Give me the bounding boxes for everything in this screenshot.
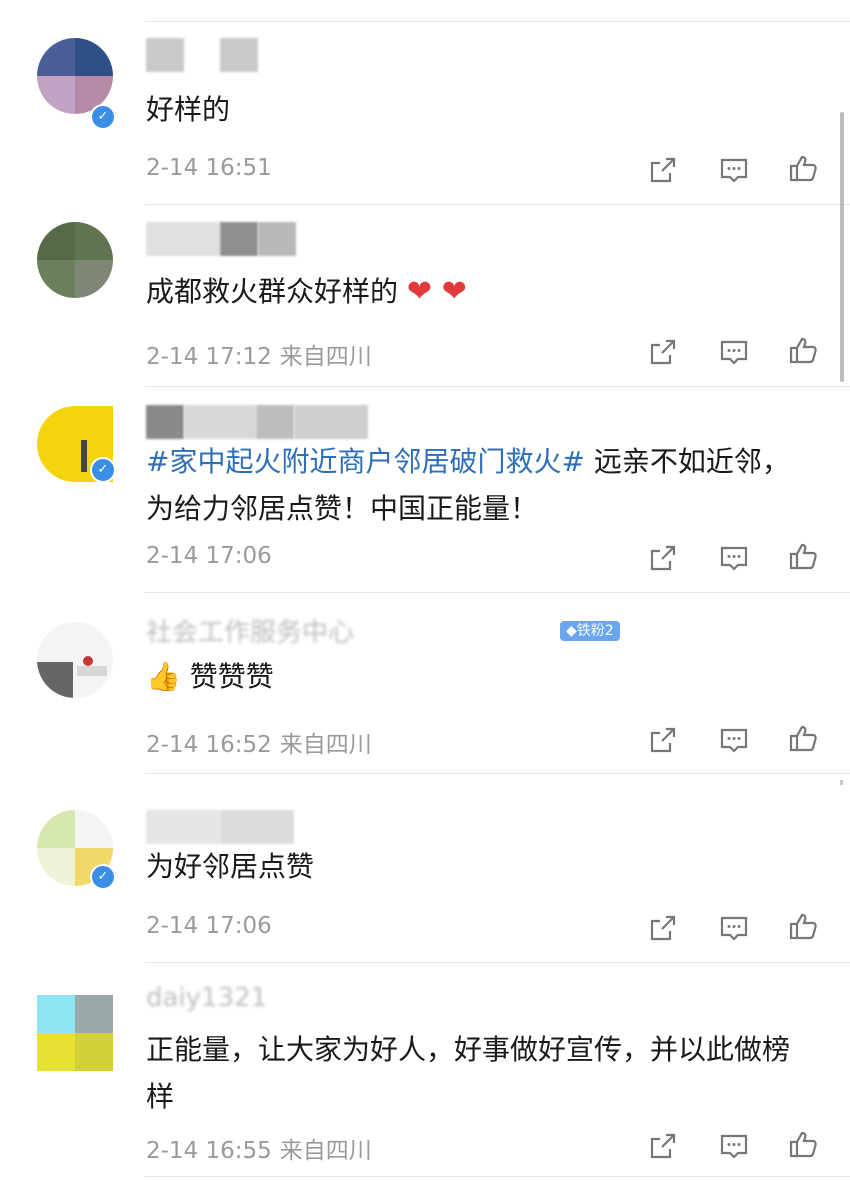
- divider: [145, 204, 850, 205]
- comment-meta: 2-14 17:06: [146, 543, 272, 569]
- comment-icon[interactable]: [718, 1130, 750, 1162]
- comment-text: 为好邻居点赞: [146, 850, 315, 883]
- username[interactable]: [146, 405, 368, 439]
- comment-text: 好样的: [146, 93, 231, 126]
- comment-text: 成都救火群众好样的 ❤ ❤: [146, 274, 467, 309]
- timestamp: 2-14 17:06: [146, 913, 272, 939]
- scroll-indicator: [840, 780, 843, 785]
- avatar[interactable]: [37, 38, 113, 114]
- share-icon[interactable]: [647, 724, 679, 756]
- like-icon[interactable]: [787, 152, 819, 184]
- avatar[interactable]: [37, 222, 113, 298]
- comment-meta: 2-14 16:51: [146, 155, 272, 181]
- divider: [145, 386, 850, 387]
- location: 来自四川: [279, 344, 372, 370]
- timestamp: 2-14 16:55: [146, 1138, 272, 1164]
- location: 来自四川: [279, 732, 372, 758]
- verified-icon: ✓: [90, 457, 116, 483]
- divider: [145, 592, 850, 593]
- comment-icon[interactable]: [718, 154, 750, 186]
- username[interactable]: [146, 38, 258, 72]
- username[interactable]: daiy1321: [146, 983, 267, 1013]
- share-icon[interactable]: [647, 912, 679, 944]
- like-icon[interactable]: [787, 540, 819, 572]
- divider: [145, 962, 850, 963]
- timestamp: 2-14 17:12: [146, 344, 272, 370]
- username[interactable]: 社会工作服务中心: [146, 612, 354, 649]
- verified-icon: ✓: [90, 864, 116, 890]
- like-icon[interactable]: [787, 910, 819, 942]
- comment-meta: 2-14 17:06: [146, 913, 272, 939]
- avatar[interactable]: [37, 622, 113, 698]
- share-icon[interactable]: [647, 542, 679, 574]
- comment-icon[interactable]: [718, 724, 750, 756]
- comment-text: 👍 赞赞赞: [146, 660, 274, 693]
- timestamp: 2-14 16:52: [146, 732, 272, 758]
- avatar[interactable]: [37, 995, 113, 1071]
- divider: [145, 773, 850, 774]
- timestamp: 2-14 17:06: [146, 543, 272, 569]
- heart-emoji: ❤ ❤: [406, 274, 467, 309]
- thumbs-up-emoji: 👍: [146, 660, 181, 693]
- comment-text: #家中起火附近商户邻居破门救火# 远亲不如近邻，为给力邻居点赞！中国正能量！: [146, 445, 790, 525]
- comment-icon[interactable]: [718, 542, 750, 574]
- comment-text: 正能量，让大家为好人，好事做好宣传，并以此做榜样: [146, 1033, 791, 1113]
- comment-meta: 2-14 16:52 来自四川: [146, 725, 372, 759]
- fan-badge: ◆铁粉2: [560, 621, 620, 641]
- comment-feed: ✓ 好样的 2-14 16:51 成都救火群众好样的 ❤ ❤ 2-14 17:1…: [0, 0, 850, 1180]
- share-icon[interactable]: [647, 336, 679, 368]
- scrollbar[interactable]: [840, 112, 844, 382]
- share-icon[interactable]: [647, 1130, 679, 1162]
- like-icon[interactable]: [787, 722, 819, 754]
- divider: [145, 1176, 850, 1177]
- like-icon[interactable]: [787, 1128, 819, 1160]
- username[interactable]: [146, 222, 296, 256]
- comment-meta: 2-14 16:55 来自四川: [146, 1131, 372, 1165]
- comment-icon[interactable]: [718, 336, 750, 368]
- comment-icon[interactable]: [718, 912, 750, 944]
- timestamp: 2-14 16:51: [146, 155, 272, 181]
- verified-icon: ✓: [90, 104, 116, 130]
- share-icon[interactable]: [647, 154, 679, 186]
- location: 来自四川: [279, 1138, 372, 1164]
- comment-meta: 2-14 17:12 来自四川: [146, 337, 372, 371]
- username[interactable]: [146, 810, 294, 844]
- topic-link[interactable]: #家中起火附近商户邻居破门救火#: [146, 445, 585, 478]
- like-icon[interactable]: [787, 334, 819, 366]
- divider: [145, 21, 850, 22]
